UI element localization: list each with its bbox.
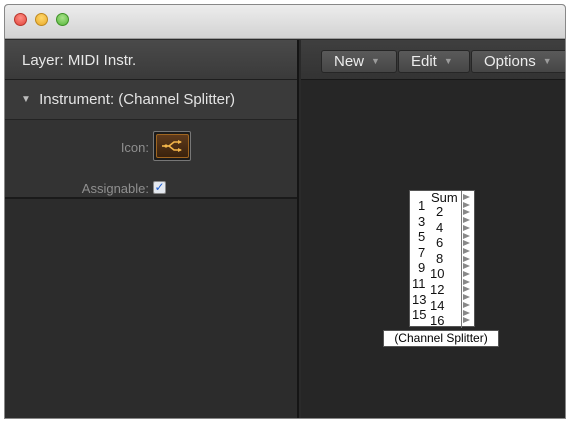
output-port-icon[interactable] [463, 224, 470, 231]
instrument-properties: Icon: Assignable: ✓ [5, 120, 297, 199]
options-menu-button[interactable]: Options ▼ [471, 50, 565, 73]
channel-label: 1 [418, 198, 426, 213]
environment-pane: New ▼ Edit ▼ Options ▼ Sum 1 3 5 7 9 11 13 15 2 4 6 8 1… [301, 40, 565, 418]
title-bar[interactable] [5, 5, 565, 39]
new-label: New [334, 53, 365, 70]
channel-label: 8 [436, 250, 444, 266]
icon-selector[interactable] [153, 131, 191, 161]
icon-label: Icon: [120, 140, 149, 155]
assignable-label: Assignable: [81, 181, 149, 196]
output-port-icon[interactable] [463, 217, 470, 224]
section-title: Instrument: (Channel Splitter) [39, 91, 235, 108]
edit-menu-button[interactable]: Edit ▼ [398, 50, 470, 73]
output-port-icon[interactable] [463, 209, 470, 216]
channel-label: 2 [436, 204, 444, 219]
channel-label: 16 [430, 313, 445, 329]
splitter-name-label[interactable]: (Channel Splitter) [383, 330, 499, 347]
output-port-icon[interactable] [463, 309, 470, 316]
channel-label: 9 [418, 260, 426, 276]
output-port-icon[interactable] [463, 201, 470, 208]
output-port-icon[interactable] [463, 271, 470, 277]
chevron-down-icon: ▼ [371, 56, 380, 66]
instrument-section-header[interactable]: ▼ Instrument: (Channel Splitter) [5, 80, 297, 120]
channel-label: 11 [412, 276, 426, 291]
sum-label: Sum [431, 190, 458, 205]
assignable-checkbox[interactable]: ✓ [153, 181, 166, 194]
output-port-icon[interactable] [463, 263, 470, 270]
close-button[interactable] [14, 13, 27, 26]
chevron-down-icon: ▼ [443, 56, 453, 66]
output-port-icon[interactable] [463, 286, 470, 293]
layer-label: Layer: MIDI Instr. [22, 52, 137, 69]
layer-selector[interactable]: Layer: MIDI Instr. [5, 40, 297, 80]
output-port-icon[interactable] [463, 278, 470, 285]
channel-label: 3 [418, 213, 426, 229]
chevron-down-icon: ▼ [542, 56, 552, 66]
channel-label: 15 [412, 307, 427, 323]
output-port-icon[interactable] [463, 194, 470, 200]
channel-label: 7 [418, 244, 426, 260]
channel-label: 5 [418, 229, 426, 245]
output-port-icon[interactable] [463, 301, 470, 308]
splitter-body[interactable]: Sum 1 3 5 7 9 11 13 15 2 4 6 8 10 12 14 16 [409, 190, 475, 329]
output-port-icon[interactable] [463, 317, 470, 324]
channel-label: 12 [430, 282, 445, 297]
environment-window: Layer: MIDI Instr. ▼ Instrument: (Channe… [4, 4, 566, 419]
output-port-icon[interactable] [463, 255, 470, 262]
new-menu-button[interactable]: New ▼ [321, 50, 397, 73]
channel-label: 4 [436, 219, 444, 235]
disclosure-triangle-icon[interactable]: ▼ [21, 94, 31, 105]
options-label: Options [484, 53, 536, 70]
output-port-icon[interactable] [463, 247, 470, 254]
environment-toolbar: New ▼ Edit ▼ Options ▼ [301, 40, 565, 80]
channel-label: 14 [430, 297, 445, 313]
output-port-icon[interactable] [463, 240, 470, 247]
edit-label: Edit [411, 53, 437, 70]
channel-label: 13 [412, 291, 427, 307]
output-port-icon[interactable] [463, 232, 470, 239]
inspector-pane: Layer: MIDI Instr. ▼ Instrument: (Channe… [5, 40, 299, 418]
channel-label: 10 [430, 266, 445, 282]
minimize-button[interactable] [35, 13, 48, 26]
midi-splitter-icon [155, 134, 189, 158]
zoom-button[interactable] [56, 13, 69, 26]
channel-label: 6 [436, 235, 444, 251]
output-port-icon[interactable] [463, 294, 470, 301]
